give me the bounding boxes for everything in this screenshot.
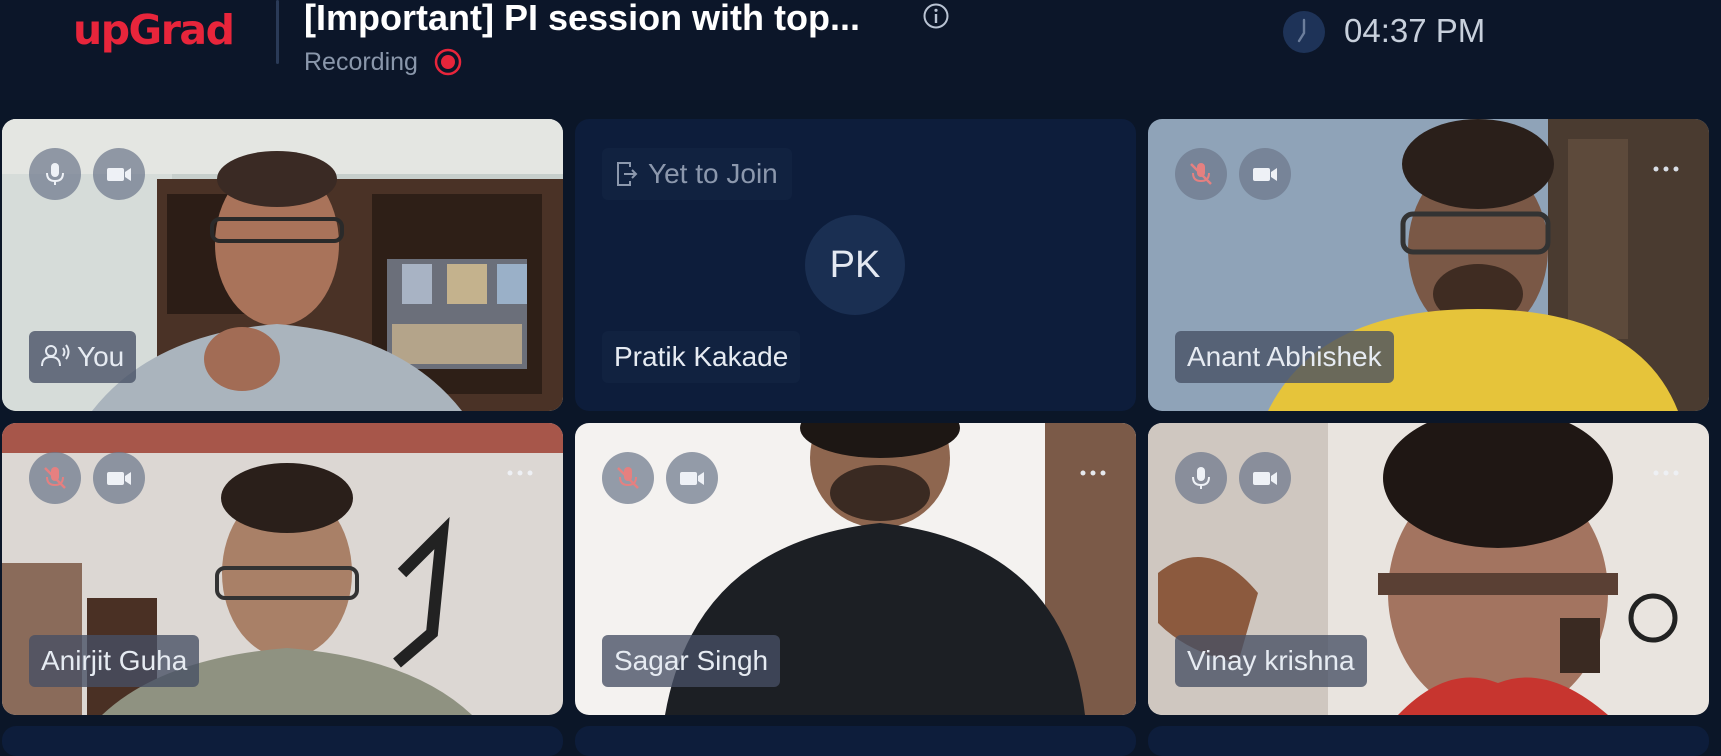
video-camera-icon <box>1253 168 1277 181</box>
participant-tile-sagar[interactable]: Sagar Singh <box>575 423 1136 715</box>
participant-tile-anant[interactable]: Anant Abhishek <box>1148 119 1709 411</box>
mic-on-button[interactable] <box>1175 452 1227 504</box>
mic-muted-button[interactable] <box>1175 148 1227 200</box>
participant-name: Anant Abhishek <box>1175 331 1394 383</box>
participant-tile-anirjit[interactable]: Anirjit Guha <box>2 423 563 715</box>
header-divider <box>276 0 279 64</box>
participant-tile-partial[interactable] <box>575 726 1136 756</box>
yet-to-join-text: Yet to Join <box>648 158 778 189</box>
participant-tile-vinay[interactable]: Vinay krishna <box>1148 423 1709 715</box>
camera-on-button[interactable] <box>1239 452 1291 504</box>
camera-on-button[interactable] <box>1239 148 1291 200</box>
participant-name: Pratik Kakade <box>602 331 801 383</box>
video-camera-icon <box>107 472 131 485</box>
mic-muted-button[interactable] <box>602 452 654 504</box>
participant-tile-you[interactable]: You <box>2 119 563 411</box>
current-time: 04:37 PM <box>1344 12 1486 49</box>
mic-on-button[interactable] <box>29 148 81 200</box>
exit-door-icon <box>617 161 638 186</box>
video-camera-icon <box>1253 472 1277 485</box>
participant-tile-partial[interactable] <box>1148 726 1709 756</box>
participant-tile-partial[interactable] <box>2 726 563 756</box>
participant-name: Vinay krishna <box>1175 635 1367 687</box>
meeting-header: upGrad [Important] PI session with top..… <box>0 0 1721 100</box>
yet-to-join-badge: Yet to Join <box>602 148 792 200</box>
participant-name-text: You <box>77 341 125 372</box>
more-options-icon[interactable] <box>1651 164 1681 174</box>
camera-on-button[interactable] <box>666 452 718 504</box>
info-icon[interactable] <box>922 2 950 30</box>
mic-muted-icon <box>1190 163 1212 185</box>
mic-icon <box>1192 467 1210 489</box>
clock-icon <box>1283 11 1325 53</box>
upgrad-logo: upGrad <box>73 6 235 54</box>
recording-dot-icon <box>434 48 462 76</box>
more-options-icon[interactable] <box>1651 468 1681 478</box>
mic-muted-icon <box>44 467 66 489</box>
participant-tile-pending[interactable]: Yet to Join PK Pratik Kakade <box>575 119 1136 411</box>
participant-name: You <box>29 331 137 383</box>
more-options-icon[interactable] <box>505 468 535 478</box>
participant-name: Sagar Singh <box>602 635 781 687</box>
video-camera-icon <box>680 472 704 485</box>
recording-label: Recording <box>304 48 418 76</box>
mic-icon <box>46 163 64 185</box>
video-camera-icon <box>107 168 131 181</box>
avatar-initials: PK <box>805 215 905 315</box>
camera-on-button[interactable] <box>93 452 145 504</box>
mic-muted-icon <box>617 467 639 489</box>
more-options-icon[interactable] <box>1078 468 1108 478</box>
speaking-icon <box>41 344 70 367</box>
camera-on-button[interactable] <box>93 148 145 200</box>
meeting-title: [Important] PI session with top... <box>304 0 861 38</box>
participant-name: Anirjit Guha <box>29 635 200 687</box>
mic-muted-button[interactable] <box>29 452 81 504</box>
